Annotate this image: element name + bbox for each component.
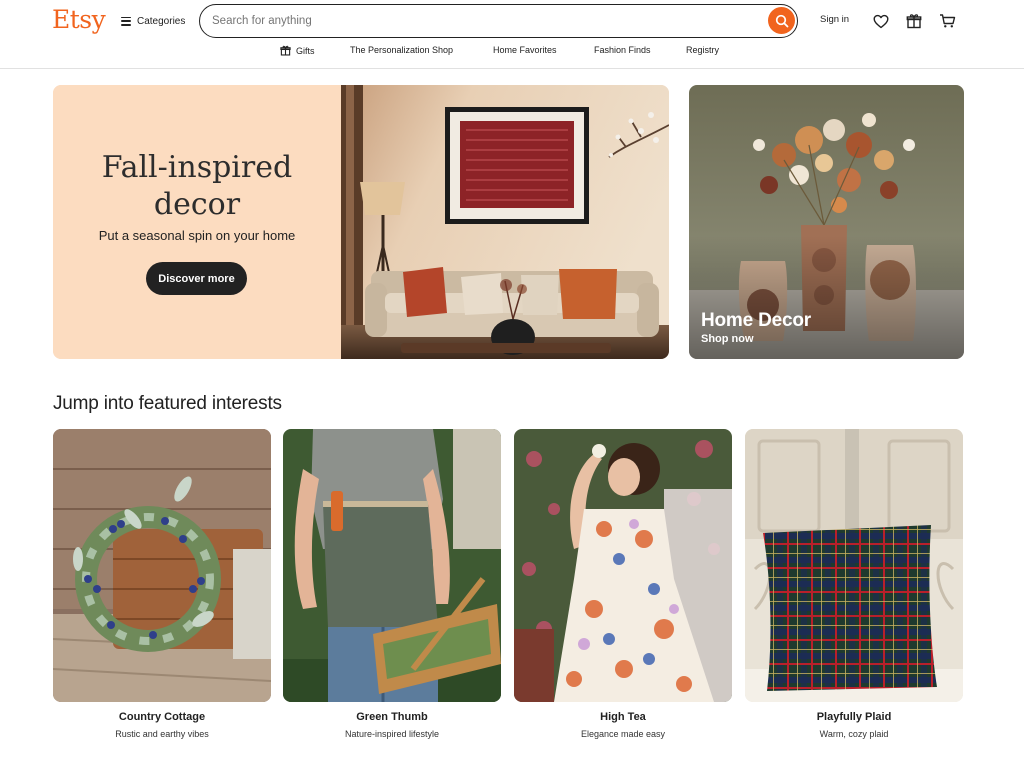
hero-banner[interactable]: Fall-inspired decor Put a seasonal spin … xyxy=(53,85,669,359)
cart-button[interactable] xyxy=(937,11,957,31)
subnav-item-personalization-shop[interactable]: The Personalization Shop xyxy=(350,45,453,55)
shop-now-link[interactable]: Shop now xyxy=(701,333,754,345)
hero-subtitle: Put a seasonal spin on your home xyxy=(98,228,296,243)
subnav-item-gifts[interactable]: Gifts xyxy=(280,45,315,56)
subnav-item-fashion-finds[interactable]: Fashion Finds xyxy=(594,45,651,55)
floral-dress-image xyxy=(514,429,732,702)
home-decor-card[interactable]: Home Decor Shop now xyxy=(689,85,964,359)
hero-title-line-1: Fall-inspired xyxy=(101,150,293,185)
interest-card-title: Green Thumb xyxy=(356,711,428,723)
interest-card-subtitle: Warm, cozy plaid xyxy=(819,729,889,739)
hero-living-room-image xyxy=(341,85,669,359)
interest-card-subtitle: Nature-inspired lifestyle xyxy=(344,729,440,739)
subnav-item-home-favorites[interactable]: Home Favorites xyxy=(493,45,557,55)
cart-icon xyxy=(939,14,955,28)
interest-card-image xyxy=(514,429,732,702)
search-icon xyxy=(775,14,788,27)
gift-button[interactable] xyxy=(904,11,924,31)
heart-icon xyxy=(873,14,889,28)
hero-title: Fall-inspired decor xyxy=(53,149,341,223)
interest-card-country-cottage[interactable]: Country Cottage Rustic and earthy vibes xyxy=(53,429,271,739)
plaid-pillow-image xyxy=(745,429,963,702)
gift-icon xyxy=(280,45,291,56)
favorites-button[interactable] xyxy=(871,11,891,31)
categories-button[interactable]: Categories xyxy=(121,13,185,29)
categories-label: Categories xyxy=(137,15,186,27)
search-input[interactable] xyxy=(212,13,752,29)
interest-card-title: Country Cottage xyxy=(118,711,206,723)
interest-card-subtitle: Elegance made easy xyxy=(580,729,666,739)
interest-card-playfully-plaid[interactable]: Playfully Plaid Warm, cozy plaid xyxy=(745,429,963,739)
featured-interests-heading: Jump into featured interests xyxy=(53,393,282,414)
interest-card-subtitle: Rustic and earthy vibes xyxy=(115,729,209,739)
search-button[interactable] xyxy=(768,7,795,34)
interest-card-image xyxy=(745,429,963,702)
hamburger-icon xyxy=(121,16,131,26)
discover-more-button[interactable]: Discover more xyxy=(146,262,247,295)
interest-card-title: High Tea xyxy=(600,711,646,723)
sign-in-link[interactable]: Sign in xyxy=(820,14,849,25)
home-decor-title: Home Decor xyxy=(701,310,811,331)
interest-card-green-thumb[interactable]: Green Thumb Nature-inspired lifestyle xyxy=(283,429,501,739)
site-header: Etsy Categories Sign in xyxy=(0,0,1024,69)
interest-card-image xyxy=(53,429,271,702)
interest-card-high-tea[interactable]: High Tea Elegance made easy xyxy=(514,429,732,739)
wreath-image xyxy=(53,429,271,702)
hero-title-line-2: decor xyxy=(153,187,241,222)
subnav-item-registry[interactable]: Registry xyxy=(686,45,719,55)
hero-text-panel: Fall-inspired decor Put a seasonal spin … xyxy=(53,85,341,359)
gardener-image xyxy=(283,429,501,702)
gift-icon xyxy=(906,14,922,29)
sub-navigation: Gifts The Personalization Shop Home Favo… xyxy=(0,45,1024,61)
subnav-label: Gifts xyxy=(296,45,315,56)
search-bar xyxy=(199,4,798,38)
interest-card-title: Playfully Plaid xyxy=(816,711,892,723)
interest-card-image xyxy=(283,429,501,702)
etsy-logo[interactable]: Etsy xyxy=(52,5,106,34)
